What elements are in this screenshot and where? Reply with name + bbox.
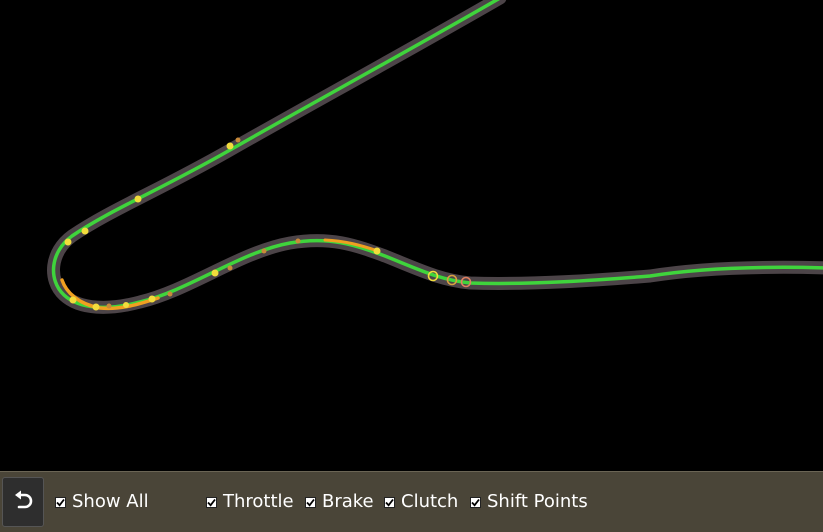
telemetry-app: Show All Throttle Brake Clutch Shift Poi…: [0, 0, 823, 532]
show-all-checkbox[interactable]: Show All: [55, 490, 149, 514]
clutch-point: [235, 137, 241, 143]
clutch-point: [227, 265, 233, 271]
throttle-label: Throttle: [223, 491, 294, 512]
clutch-point: [295, 238, 301, 244]
track-map[interactable]: [0, 0, 823, 471]
clutch-point: [106, 303, 112, 309]
undo-arrow-icon: [15, 490, 33, 509]
clutch-point: [261, 248, 267, 254]
show-all-label: Show All: [72, 491, 149, 512]
checkbox-box[interactable]: [470, 496, 481, 508]
shift-point: [92, 303, 100, 311]
checkmark-icon: [385, 498, 394, 507]
throttle-checkbox[interactable]: Throttle: [206, 490, 294, 514]
shift-point: [134, 195, 142, 203]
shift-point: [226, 142, 234, 150]
shift-points-label: Shift Points: [487, 491, 588, 512]
shift-points: [64, 142, 381, 311]
reset-view-button[interactable]: [2, 477, 44, 527]
clutch-point: [167, 291, 173, 297]
shift-point: [148, 295, 156, 303]
shift-points-checkbox[interactable]: Shift Points: [470, 490, 588, 514]
clutch-label: Clutch: [401, 491, 459, 512]
brake-label: Brake: [322, 491, 374, 512]
checkmark-icon: [471, 498, 480, 507]
filter-toolbar: Show All Throttle Brake Clutch Shift Poi…: [0, 471, 823, 532]
shift-point: [81, 227, 89, 235]
shift-point: [123, 302, 129, 308]
checkmark-icon: [207, 498, 216, 507]
track-map-canvas: [47, 0, 823, 314]
shift-point: [211, 269, 219, 277]
throttle-trace: [51, 0, 823, 310]
shift-point: [69, 296, 77, 304]
shift-point: [373, 247, 381, 255]
brake-checkbox[interactable]: Brake: [305, 490, 374, 514]
shift-point: [64, 238, 72, 246]
checkbox-box[interactable]: [384, 496, 395, 508]
checkbox-box[interactable]: [305, 496, 316, 508]
checkmark-icon: [56, 498, 65, 507]
track-outline: [47, 0, 823, 314]
checkbox-box[interactable]: [206, 496, 217, 508]
checkmark-icon: [306, 498, 315, 507]
checkbox-box[interactable]: [55, 496, 66, 508]
clutch-checkbox[interactable]: Clutch: [384, 490, 458, 514]
